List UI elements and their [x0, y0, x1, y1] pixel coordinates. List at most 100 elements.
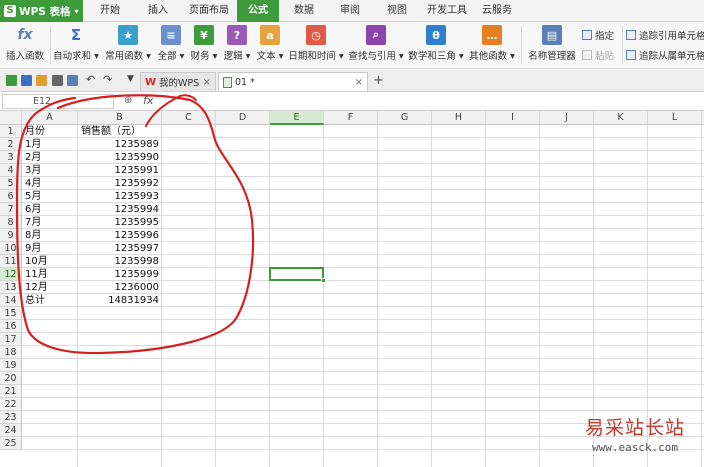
trace-precedents-button[interactable]: 追踪引用单元格: [626, 28, 704, 42]
all-functions-button[interactable]: ≡ 全部 ▾: [156, 24, 186, 66]
cell-month[interactable]: 9月: [22, 242, 77, 255]
row-header-10[interactable]: 10: [0, 242, 22, 255]
row-header-21[interactable]: 21: [0, 385, 22, 398]
name-manager-button[interactable]: ▤ 名称管理器: [527, 24, 577, 66]
row-header-25[interactable]: 25: [0, 437, 22, 450]
doc-tab-01[interactable]: 01 * ×: [218, 72, 368, 91]
formula-input[interactable]: [160, 94, 700, 109]
cell-month[interactable]: 3月: [22, 164, 77, 177]
row-header-18[interactable]: 18: [0, 346, 22, 359]
app-menu-button[interactable]: S WPS 表格 ▾: [0, 0, 83, 22]
row-header-14[interactable]: 14: [0, 294, 22, 307]
tab-review[interactable]: 审阅: [330, 0, 370, 22]
cell-total-label[interactable]: 总计: [22, 294, 77, 307]
column-header-a[interactable]: A: [22, 111, 78, 125]
name-box[interactable]: E12: [2, 94, 114, 109]
active-cell-selection[interactable]: [269, 267, 326, 283]
column-header-k[interactable]: K: [594, 111, 648, 125]
cell-sales[interactable]: 1235997: [78, 242, 161, 255]
new-tab-button[interactable]: +: [373, 73, 384, 88]
tab-cloud[interactable]: 云服务: [476, 0, 518, 22]
tab-data[interactable]: 数据: [284, 0, 324, 22]
cell-sales[interactable]: 1235995: [78, 216, 161, 229]
text-button[interactable]: a 文本 ▾: [255, 24, 285, 66]
common-functions-button[interactable]: ★ 常用函数 ▾: [104, 24, 152, 66]
cell-a1-header[interactable]: 月份: [22, 125, 77, 138]
logic-button[interactable]: ? 逻辑 ▾: [222, 24, 252, 66]
cell-month[interactable]: 5月: [22, 190, 77, 203]
cell-sales[interactable]: 1235996: [78, 229, 161, 242]
select-all-corner[interactable]: [0, 111, 22, 125]
save-icon[interactable]: [21, 75, 32, 86]
cell-sales[interactable]: 1236000: [78, 281, 161, 294]
row-header-22[interactable]: 22: [0, 398, 22, 411]
row-header-11[interactable]: 11: [0, 255, 22, 268]
more-icon[interactable]: ▼: [127, 74, 134, 84]
doc-tab-my-wps[interactable]: W 我的WPS ×: [140, 72, 216, 91]
autosum-button[interactable]: Σ 自动求和 ▾: [53, 24, 99, 66]
column-header-e[interactable]: E: [270, 111, 324, 125]
row-header-9[interactable]: 9: [0, 229, 22, 242]
row-header-12[interactable]: 12: [0, 268, 22, 281]
tab-home[interactable]: 开始: [88, 0, 132, 22]
column-header-g[interactable]: G: [378, 111, 432, 125]
other-functions-button[interactable]: … 其他函数 ▾: [467, 24, 517, 66]
fx-icon[interactable]: fx: [143, 94, 153, 107]
column-header-h[interactable]: H: [432, 111, 486, 125]
tab-developer[interactable]: 开发工具: [421, 0, 473, 22]
column-header-i[interactable]: I: [486, 111, 540, 125]
row-header-3[interactable]: 3: [0, 151, 22, 164]
column-header-f[interactable]: F: [324, 111, 378, 125]
row-header-13[interactable]: 13: [0, 281, 22, 294]
row-header-7[interactable]: 7: [0, 203, 22, 216]
row-header-23[interactable]: 23: [0, 411, 22, 424]
cell-sales[interactable]: 1235999: [78, 268, 161, 281]
tab-view[interactable]: 视图: [377, 0, 417, 22]
column-header-l[interactable]: L: [648, 111, 702, 125]
finance-button[interactable]: ¥ 财务 ▾: [189, 24, 219, 66]
row-header-8[interactable]: 8: [0, 216, 22, 229]
cell-sales[interactable]: 1235991: [78, 164, 161, 177]
cell-month[interactable]: 7月: [22, 216, 77, 229]
export-icon[interactable]: [36, 75, 47, 86]
row-header-2[interactable]: 2: [0, 138, 22, 151]
tab-page-layout[interactable]: 页面布局: [183, 0, 235, 22]
row-header-17[interactable]: 17: [0, 333, 22, 346]
zoom-icon[interactable]: ⊕: [124, 95, 132, 106]
column-header-d[interactable]: D: [216, 111, 270, 125]
cell-b1-header[interactable]: 销售额（元）: [78, 125, 161, 138]
cell-month[interactable]: 10月: [22, 255, 77, 268]
cell-sales[interactable]: 1235993: [78, 190, 161, 203]
lookup-button[interactable]: ⌕ 查找与引用 ▾: [348, 24, 404, 66]
close-icon[interactable]: ×: [203, 77, 211, 88]
column-header-c[interactable]: C: [162, 111, 216, 125]
close-icon[interactable]: ×: [355, 77, 363, 88]
column-header-b[interactable]: B: [78, 111, 162, 125]
row-header-1[interactable]: 1: [0, 125, 22, 138]
row-header-16[interactable]: 16: [0, 320, 22, 333]
logo-menu-icon[interactable]: [6, 75, 17, 86]
fill-handle[interactable]: [321, 278, 326, 283]
cell-month[interactable]: 12月: [22, 281, 77, 294]
cell-sales[interactable]: 1235994: [78, 203, 161, 216]
row-header-24[interactable]: 24: [0, 424, 22, 437]
cell-sales[interactable]: 1235989: [78, 138, 161, 151]
tab-formula[interactable]: 公式: [237, 0, 279, 22]
row-header-5[interactable]: 5: [0, 177, 22, 190]
trace-dependents-button[interactable]: 追踪从属单元格: [626, 48, 704, 62]
specify-button[interactable]: 指定: [582, 28, 614, 42]
redo-icon[interactable]: ↷: [103, 73, 112, 86]
cell-month[interactable]: 8月: [22, 229, 77, 242]
cell-sales[interactable]: 1235990: [78, 151, 161, 164]
datetime-button[interactable]: ◷ 日期和时间 ▾: [288, 24, 344, 66]
row-header-19[interactable]: 19: [0, 359, 22, 372]
row-header-15[interactable]: 15: [0, 307, 22, 320]
cell-total-value[interactable]: 14831934: [78, 294, 161, 307]
cell-sales[interactable]: 1235992: [78, 177, 161, 190]
print-icon[interactable]: [52, 75, 63, 86]
cell-sales[interactable]: 1235998: [78, 255, 161, 268]
row-header-20[interactable]: 20: [0, 372, 22, 385]
row-header-4[interactable]: 4: [0, 164, 22, 177]
math-button[interactable]: θ 数学和三角 ▾: [408, 24, 464, 66]
row-header-6[interactable]: 6: [0, 190, 22, 203]
